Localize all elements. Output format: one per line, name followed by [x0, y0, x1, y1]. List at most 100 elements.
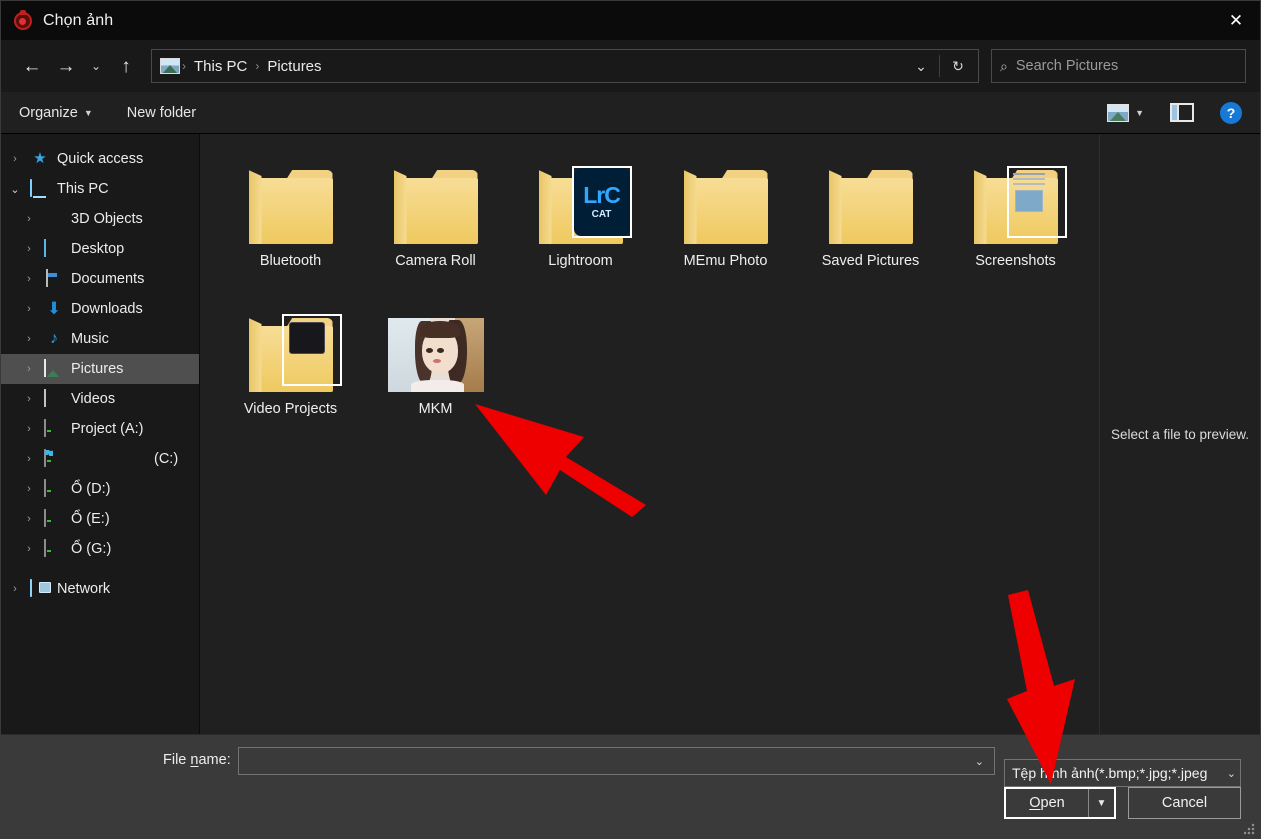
chevron-down-icon[interactable]: ▼	[1135, 108, 1144, 118]
file-type-filter-dropdown[interactable]: Tệp hình ảnh(*.bmp;*.jpg;*.jpeg ⌄	[1004, 759, 1241, 787]
sidebar-item-quick-access[interactable]: › ★ Quick access	[1, 144, 199, 174]
file-name-label: Lightroom	[548, 253, 613, 269]
breadcrumb-separator: ›	[255, 59, 260, 73]
view-options-icon[interactable]	[1107, 103, 1130, 122]
address-bar[interactable]: › This PC › Pictures ⌄ ↻	[151, 49, 979, 83]
resize-grip[interactable]	[1244, 823, 1256, 835]
chevron-right-icon[interactable]: ›	[7, 583, 23, 595]
drive-icon	[44, 509, 64, 528]
file-name-label: Camera Roll	[395, 253, 476, 269]
list-item[interactable]: Camera Roll	[363, 152, 508, 300]
chevron-right-icon[interactable]: ›	[21, 453, 37, 465]
desktop-icon	[44, 239, 64, 258]
back-icon[interactable]: ←	[15, 49, 49, 83]
sidebar-item-label: Ổ (D:)	[71, 481, 111, 497]
list-item[interactable]: Saved Pictures	[798, 152, 943, 300]
sidebar-item-g-drive[interactable]: › Ổ (G:)	[1, 534, 199, 564]
sidebar-item-c-drive[interactable]: › (C:)	[1, 444, 199, 474]
chevron-down-icon[interactable]: ⌄	[969, 755, 990, 768]
chevron-right-icon[interactable]: ›	[21, 543, 37, 555]
sidebar-item-desktop[interactable]: › Desktop	[1, 234, 199, 264]
file-name-label: Screenshots	[975, 253, 1056, 269]
sidebar-item-label: Pictures	[71, 361, 124, 377]
lightroom-catalog-icon: LrC CAT	[571, 166, 632, 238]
navigation-pane[interactable]: › ★ Quick access ⌄ This PC › 3D Objects …	[1, 134, 200, 734]
cancel-button[interactable]: Cancel	[1128, 787, 1241, 819]
sidebar-item-label: Quick access	[57, 151, 144, 167]
video-thumbnail	[281, 314, 342, 386]
list-item[interactable]: MEmu Photo	[653, 152, 798, 300]
3d-objects-icon	[44, 210, 64, 228]
documents-icon	[44, 269, 64, 288]
organize-label: Organize	[19, 104, 78, 121]
file-open-dialog: Chọn ảnh ✕ ← → ⌄ ↑ › This PC › Pictures …	[0, 0, 1261, 839]
chevron-down-icon[interactable]: ⌄	[7, 183, 23, 196]
help-icon[interactable]: ?	[1220, 101, 1242, 124]
open-button[interactable]: Open ▼	[1004, 787, 1116, 819]
forward-icon[interactable]: →	[49, 49, 83, 83]
file-name-label: MKM	[418, 401, 453, 417]
new-folder-button[interactable]: New folder	[127, 105, 196, 121]
chevron-right-icon[interactable]: ›	[21, 333, 37, 345]
folder-icon	[823, 158, 919, 244]
sidebar-item-3d-objects[interactable]: › 3D Objects	[1, 204, 199, 234]
chevron-down-icon: ▼	[83, 107, 93, 118]
sidebar-item-project-a[interactable]: › Project (A:)	[1, 414, 199, 444]
organize-button[interactable]: Organize ▼	[19, 105, 93, 121]
search-input[interactable]: Search Pictures	[1016, 58, 1118, 74]
list-item[interactable]: Video Projects	[218, 300, 363, 448]
search-box[interactable]: ⌕ Search Pictures	[991, 49, 1246, 83]
file-name-input[interactable]: ⌄	[238, 747, 995, 775]
dialog-footer: File name: ⌄ Tệp hình ảnh(*.bmp;*.jpg;*.…	[1, 734, 1260, 838]
sidebar-item-d-drive[interactable]: › Ổ (D:)	[1, 474, 199, 504]
sidebar-item-pictures[interactable]: › Pictures	[1, 354, 199, 384]
list-item[interactable]: LrC CAT Lightroom	[508, 152, 653, 300]
folder-icon	[243, 306, 342, 392]
sidebar-item-videos[interactable]: › Videos	[1, 384, 199, 414]
chevron-down-icon[interactable]: ⌄	[903, 50, 939, 82]
chevron-right-icon[interactable]: ›	[21, 273, 37, 285]
chevron-right-icon[interactable]: ›	[21, 513, 37, 525]
list-item[interactable]: Screenshots	[943, 152, 1088, 300]
list-item[interactable]: Bluetooth	[218, 152, 363, 300]
up-icon[interactable]: ↑	[109, 49, 143, 83]
chevron-right-icon[interactable]: ›	[21, 423, 37, 435]
open-split-caret-icon[interactable]: ▼	[1088, 789, 1114, 817]
folder-icon	[388, 158, 484, 244]
sidebar-item-label: Network	[57, 581, 111, 597]
sidebar-item-label: Music	[71, 331, 109, 347]
close-icon[interactable]: ✕	[1212, 1, 1260, 40]
chevron-right-icon[interactable]: ›	[21, 393, 37, 405]
breadcrumb-item-pictures[interactable]: Pictures	[261, 58, 327, 75]
sidebar-item-documents[interactable]: › Documents	[1, 264, 199, 294]
file-name-label: Video Projects	[243, 401, 338, 417]
folder-icon	[243, 158, 339, 244]
list-item[interactable]: MKM	[363, 300, 508, 448]
preview-pane-icon[interactable]	[1170, 103, 1194, 122]
sidebar-item-downloads[interactable]: › ⬇ Downloads	[1, 294, 199, 324]
window-title: Chọn ảnh	[43, 11, 114, 29]
sidebar-item-network[interactable]: › Network	[1, 574, 199, 604]
sidebar-item-label: Videos	[71, 391, 116, 407]
chevron-right-icon[interactable]: ›	[21, 213, 37, 225]
breadcrumb-separator: ›	[182, 59, 186, 73]
sidebar-item-music[interactable]: › ♪ Music	[1, 324, 199, 354]
chevron-down-icon[interactable]: ⌄	[1223, 767, 1236, 780]
breadcrumb-item-this-pc[interactable]: This PC	[188, 58, 253, 75]
chevron-right-icon[interactable]: ›	[21, 363, 37, 375]
recent-locations-icon[interactable]: ⌄	[83, 49, 109, 83]
file-list[interactable]: Bluetooth Camera Roll LrC CAT Lightroom …	[200, 134, 1099, 734]
cancel-button-label: Cancel	[1161, 795, 1208, 811]
chevron-right-icon[interactable]: ›	[21, 303, 37, 315]
chevron-right-icon[interactable]: ›	[21, 243, 37, 255]
portrait-photo-thumbnail	[387, 306, 484, 392]
chevron-right-icon[interactable]: ›	[21, 483, 37, 495]
redacted-drive-label	[71, 451, 147, 467]
sidebar-item-label: Project (A:)	[71, 421, 144, 437]
drive-icon	[44, 419, 64, 438]
sidebar-item-e-drive[interactable]: › Ổ (E:)	[1, 504, 199, 534]
chevron-right-icon[interactable]: ›	[7, 153, 23, 165]
sidebar-item-this-pc[interactable]: ⌄ This PC	[1, 174, 199, 204]
videos-icon	[44, 389, 64, 408]
refresh-icon[interactable]: ↻	[940, 50, 976, 82]
